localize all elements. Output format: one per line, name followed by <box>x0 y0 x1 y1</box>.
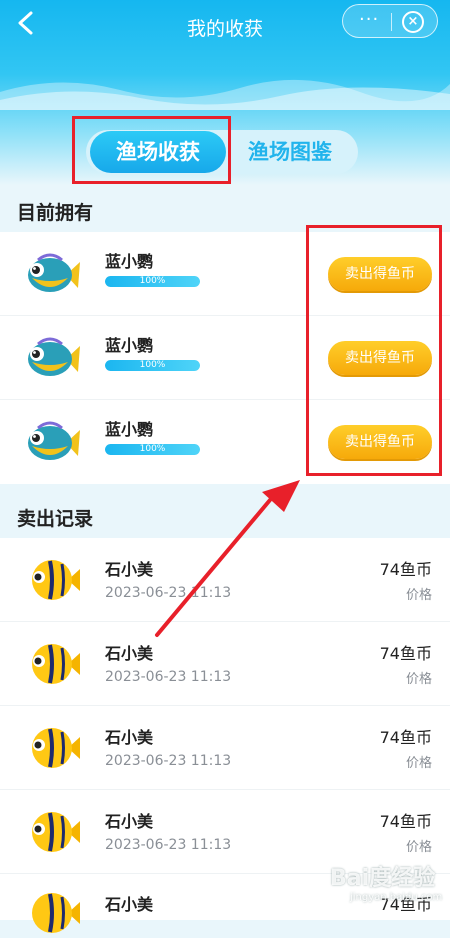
row-divider <box>0 621 450 622</box>
capsule-divider <box>391 13 392 31</box>
record-fish-name: 石小美 <box>105 728 154 747</box>
yellow-butterfly-fish-icon <box>32 893 80 933</box>
record-date: 2023-06-23 11:13 <box>105 585 232 601</box>
watermark-url: jingyan.baidu.com <box>350 892 443 903</box>
owned-section-title: 目前拥有 <box>17 202 94 224</box>
records-section-title: 卖出记录 <box>17 508 94 530</box>
progress-text: 100% <box>139 360 166 370</box>
baidu-watermark: Bai度经验 <box>330 866 436 891</box>
progress-text: 100% <box>139 444 166 454</box>
row-divider <box>0 789 450 790</box>
record-price-label: 价格 <box>405 672 432 687</box>
record-date: 2023-06-23 11:13 <box>105 669 232 685</box>
record-price-label: 价格 <box>405 840 432 855</box>
fish-name: 蓝小鹦 <box>105 336 154 355</box>
row-divider <box>0 705 450 706</box>
annotation-highlight-sell-buttons <box>306 225 442 476</box>
yellow-butterfly-fish-icon <box>32 560 80 600</box>
record-date: 2023-06-23 11:13 <box>105 837 232 853</box>
yellow-butterfly-fish-icon <box>32 644 80 684</box>
record-fish-name: 石小美 <box>105 644 154 663</box>
yellow-butterfly-fish-icon <box>32 728 80 768</box>
record-price: 74鱼币 <box>379 728 432 747</box>
record-fish-name: 石小美 <box>105 895 154 914</box>
yellow-butterfly-fish-icon <box>32 812 80 852</box>
close-icon[interactable]: × <box>402 11 424 33</box>
record-price: 74鱼币 <box>379 560 432 579</box>
blue-parrot-fish-icon <box>28 253 80 292</box>
annotation-highlight-tab <box>72 116 231 184</box>
fish-name: 蓝小鹦 <box>105 420 154 439</box>
record-price-label: 价格 <box>405 756 432 771</box>
wave-decoration <box>0 79 450 110</box>
blue-parrot-fish-icon <box>28 421 80 460</box>
record-fish-name: 石小美 <box>105 560 154 579</box>
progress-bar: 100% <box>105 444 200 455</box>
record-price: 74鱼币 <box>379 644 432 663</box>
record-fish-name: 石小美 <box>105 812 154 831</box>
more-icon[interactable]: ··· <box>359 9 379 30</box>
progress-text: 100% <box>139 276 166 286</box>
progress-bar: 100% <box>105 276 200 287</box>
tab-collection[interactable]: 渔场图鉴 <box>232 131 348 173</box>
progress-bar: 100% <box>105 360 200 371</box>
record-date: 2023-06-23 11:13 <box>105 753 232 769</box>
fish-name: 蓝小鹦 <box>105 252 154 271</box>
record-price: 74鱼币 <box>379 812 432 831</box>
mini-program-capsule: ··· × <box>342 4 438 38</box>
blue-parrot-fish-icon <box>28 337 80 376</box>
record-price-label: 价格 <box>405 588 432 603</box>
